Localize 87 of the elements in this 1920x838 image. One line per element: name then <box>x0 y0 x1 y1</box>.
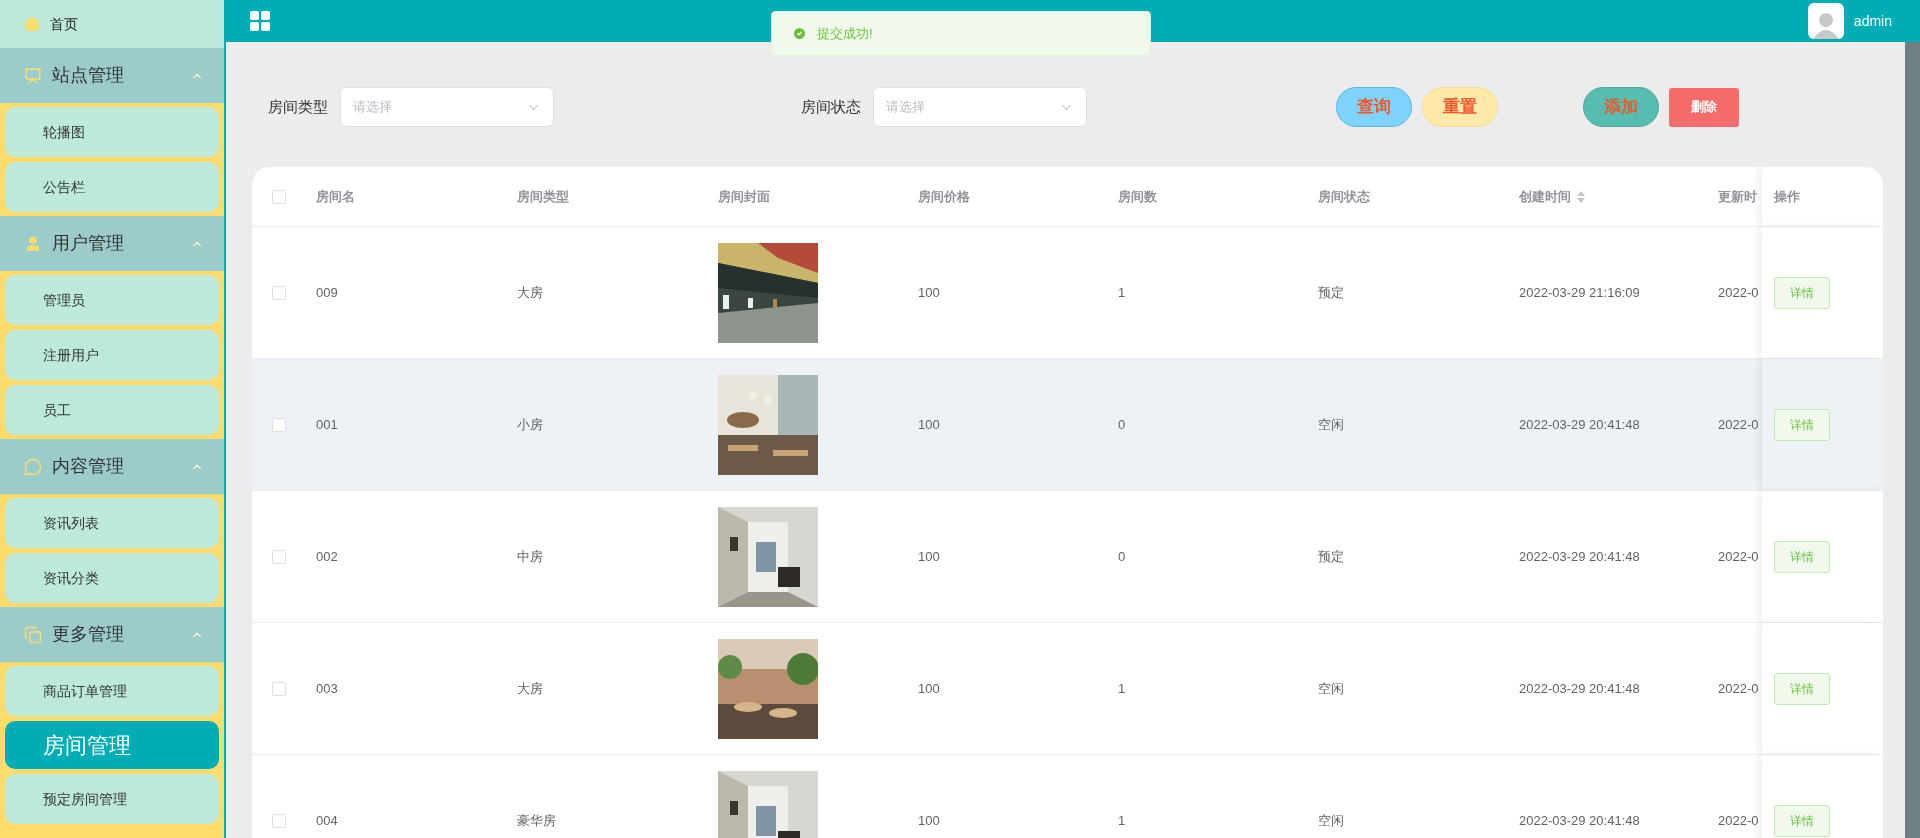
table-cell: 004 <box>316 812 338 828</box>
user-icon <box>24 234 42 253</box>
home-icon <box>24 16 40 32</box>
table-cell: 预定 <box>1318 548 1344 564</box>
table-cell: 2022-0 <box>1718 416 1759 432</box>
table-row[interactable]: 001 小房 100 0 空闲 2022-03-29 20:41:48 2022-0 详情 <box>252 359 1883 491</box>
table-cell: 100 <box>918 284 940 300</box>
user-icon <box>1812 11 1839 39</box>
checkbox[interactable] <box>272 813 286 828</box>
easel-icon <box>24 66 42 85</box>
table-row[interactable]: 003 大房 100 1 空闲 2022-03-29 20:41:48 2022-0 详情 <box>252 623 1883 755</box>
column-header: 房间状态 <box>1318 187 1370 206</box>
menu-group-header[interactable]: 更多管理 <box>0 607 224 662</box>
toast-message: 提交成功! <box>817 24 873 43</box>
menu-item[interactable]: 员工 <box>5 385 219 435</box>
table-cell: 100 <box>918 812 940 828</box>
menu-item[interactable]: 资讯列表 <box>5 498 219 548</box>
table-cell: 大房 <box>517 284 543 300</box>
checkbox[interactable] <box>272 549 286 564</box>
grid-icon[interactable] <box>248 9 272 33</box>
menu-item[interactable]: 资讯分类 <box>5 553 219 603</box>
table-cell: 2022-03-29 20:41:48 <box>1519 812 1640 828</box>
checkbox[interactable] <box>272 189 286 204</box>
table-cell: 空闲 <box>1318 416 1344 432</box>
table-cell: 2022-03-29 20:41:48 <box>1519 680 1640 696</box>
placeholder: 请选择 <box>886 98 925 117</box>
column-header: 房间封面 <box>718 187 770 206</box>
menu-group-header[interactable]: 站点管理 <box>0 48 224 103</box>
table-cell: 2022-03-29 20:41:48 <box>1519 416 1640 432</box>
checkbox[interactable] <box>272 285 286 300</box>
sort-icon <box>1577 190 1585 203</box>
column-header: 操作 <box>1774 187 1800 206</box>
copy-icon <box>24 625 42 644</box>
menu-group-label: 内容管理 <box>52 455 125 478</box>
column-header: 房间类型 <box>517 187 569 206</box>
table-cell: 空闲 <box>1318 680 1344 696</box>
menu-item[interactable]: 公告栏 <box>5 162 219 212</box>
menu-item[interactable]: 预定房间管理 <box>5 774 219 824</box>
menu-group-label: 更多管理 <box>52 623 125 646</box>
table-cell: 2022-03-29 20:41:48 <box>1519 548 1640 564</box>
table-row[interactable]: 009 大房 100 1 预定 2022-03-29 21:16:09 2022-0 详情 <box>252 227 1883 359</box>
table-cell: 豪华房 <box>517 812 556 828</box>
checkbox[interactable] <box>272 681 286 696</box>
table-cell: 003 <box>316 680 338 696</box>
chat-icon <box>24 457 42 476</box>
column-header: 房间价格 <box>918 187 970 206</box>
column-header: 房间数 <box>1118 187 1157 206</box>
table-cell: 预定 <box>1318 284 1344 300</box>
table-cell: 1 <box>1118 284 1126 300</box>
success-icon <box>792 26 807 41</box>
menu-item[interactable]: 管理员 <box>5 275 219 325</box>
table-cell: 2022-0 <box>1718 284 1759 300</box>
table-cell: 2022-0 <box>1718 812 1759 828</box>
table-cell: 空闲 <box>1318 812 1344 828</box>
table-cell: 100 <box>918 416 940 432</box>
table-cell: 1 <box>1118 680 1126 696</box>
table-cell: 2022-0 <box>1718 680 1759 696</box>
menu-group-header[interactable]: 用户管理 <box>0 216 224 271</box>
table-cell: 002 <box>316 548 338 564</box>
scrollbar[interactable] <box>1905 42 1920 838</box>
table-cell: 小房 <box>517 416 543 432</box>
table-cell: 大房 <box>517 680 543 696</box>
checkbox[interactable] <box>272 417 286 432</box>
menu-item[interactable]: 轮播图 <box>5 107 219 157</box>
placeholder: 请选择 <box>353 98 392 117</box>
avatar[interactable] <box>1807 3 1844 39</box>
table-row[interactable]: 002 中房 100 0 预定 2022-03-29 20:41:48 2022-0 详情 <box>252 491 1883 623</box>
table-cell: 0 <box>1118 416 1126 432</box>
table-cell: 1 <box>1118 812 1126 828</box>
filter-label: 房间类型 <box>268 96 328 117</box>
table-cell: 009 <box>316 284 338 300</box>
table-cell: 0 <box>1118 548 1126 564</box>
table-cell: 100 <box>918 680 940 696</box>
menu-group-header[interactable]: 内容管理 <box>0 439 224 494</box>
table-cell: 中房 <box>517 548 543 564</box>
menu-item[interactable]: 商品订单管理 <box>5 666 219 716</box>
table-cell: 100 <box>918 548 940 564</box>
menu-group-label: 用户管理 <box>52 232 125 255</box>
menu-group-label: 站点管理 <box>52 64 125 87</box>
table-cell: 2022-03-29 21:16:09 <box>1519 284 1640 300</box>
filter-label: 房间状态 <box>801 96 861 117</box>
table-cell: 2022-0 <box>1718 548 1759 564</box>
column-header: 更新时 <box>1718 187 1757 206</box>
table-cell: 001 <box>316 416 338 432</box>
column-header: 房间名 <box>316 187 355 206</box>
home-menu-item[interactable]: 首页 <box>0 0 224 48</box>
menu-item[interactable]: 注册用户 <box>5 330 219 380</box>
